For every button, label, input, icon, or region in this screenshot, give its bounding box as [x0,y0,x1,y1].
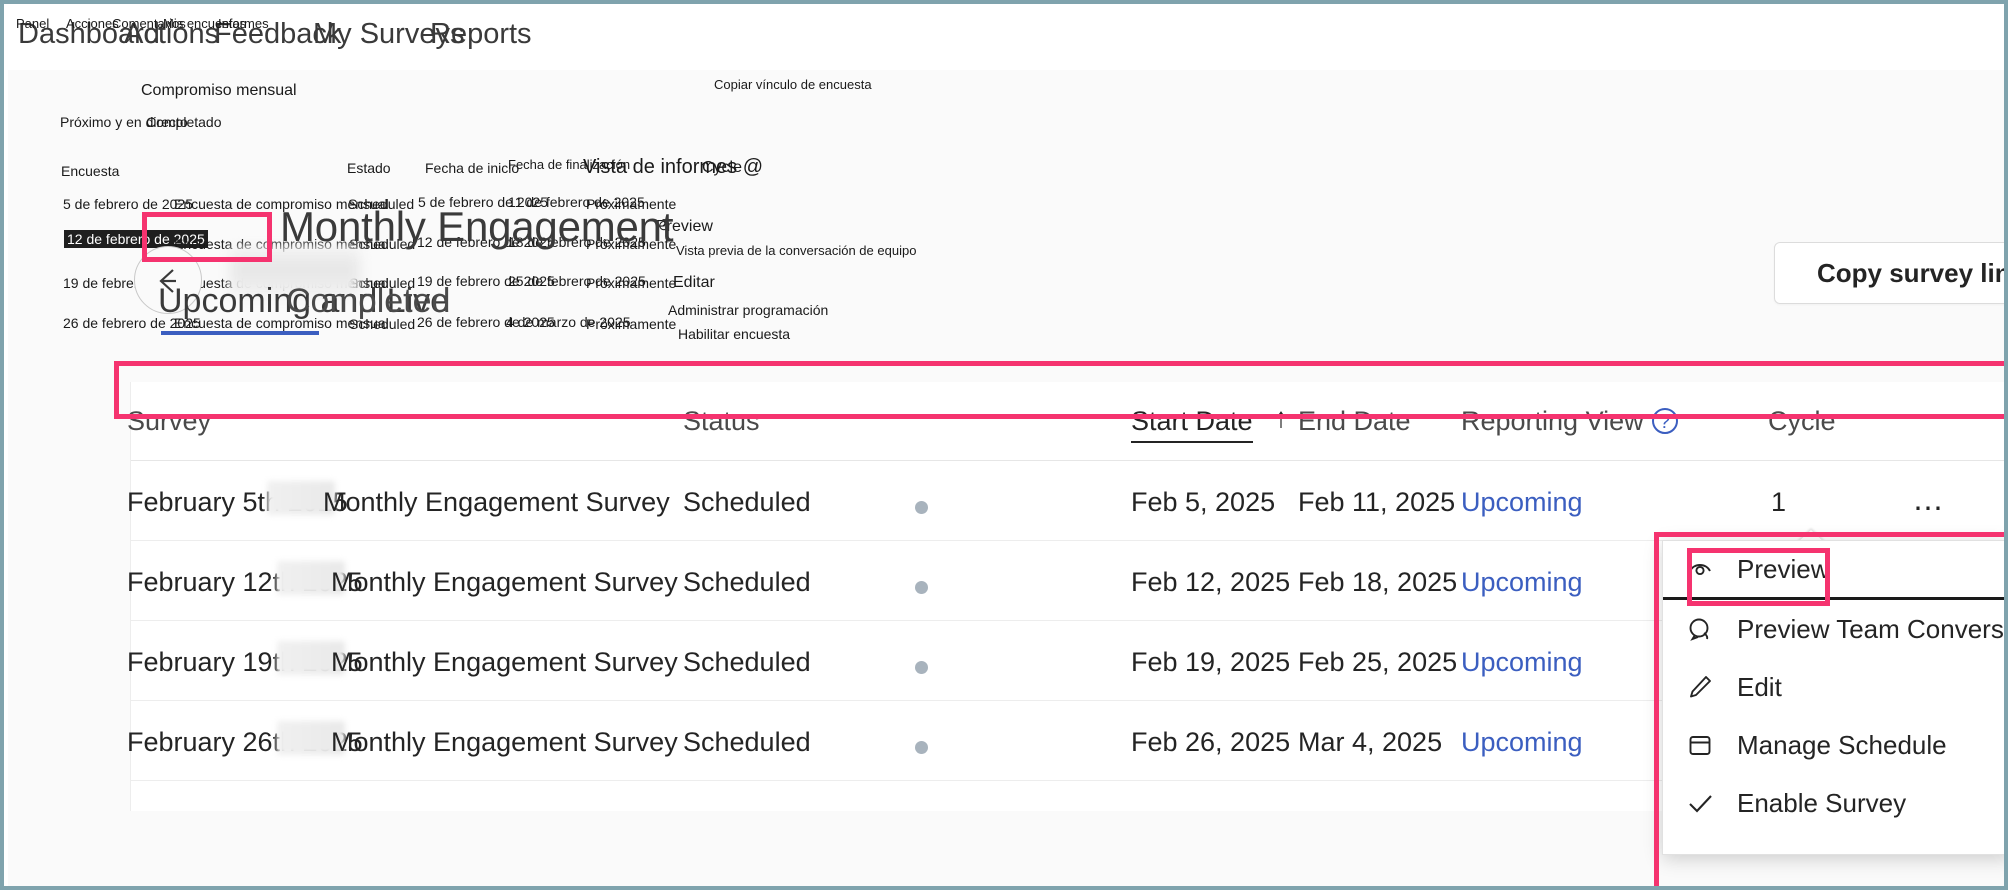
table-header-row: Survey Status Start Date ↑ End Date Repo… [127,382,2004,461]
row-start-date: Feb 5, 2025 [1131,487,1276,517]
row-status: Scheduled [683,727,811,757]
row-end-date: Mar 4, 2025 [1298,727,1443,757]
copy-survey-link-label: Copy survey link [1817,257,2008,288]
es-menu-edit: Editar [673,274,715,291]
row-start-date: Feb 26, 2025 [1131,727,1291,757]
nav-item-reports-es: Informes [218,16,269,31]
status-dot-icon [915,581,928,594]
tab-completed[interactable]: Completed [286,282,450,321]
eye-icon [1685,554,1715,584]
menu-item-edit-label: Edit [1737,671,1782,702]
col-survey-es: Encuesta [61,163,120,179]
page-title-es: Compromiso mensual [141,82,297,99]
question-mark-icon[interactable]: ? [1651,408,1678,434]
row-survey-suffix: Monthly Engagement Survey [331,567,678,597]
row-reporting-view[interactable]: Upcoming [1461,647,1583,678]
row-reporting-view[interactable]: Upcoming [1461,727,1583,758]
row-cycle: 1 [1771,487,1787,517]
chat-bubble-icon [1685,614,1715,644]
more-options-icon[interactable]: ⋯ [1913,491,1945,526]
copy-link-label-es: Copiar vínculo de encuesta [714,77,872,92]
status-dot-icon [915,741,928,754]
app-window: Dashboard Actions Feedback My Surveys Re… [0,0,2008,890]
row-status: Scheduled [683,647,811,677]
es-menu-manage: Administrar programación [668,302,829,318]
nav-item-actions-es: Acciones [66,16,119,31]
pencil-icon [1685,672,1715,702]
row-reporting-view[interactable]: Upcoming [1461,567,1583,598]
top-navigation: Dashboard Actions Feedback My Surveys Re… [8,8,2004,70]
col-status-es: Estado [347,160,391,176]
menu-item-preview-team-conversation-label: Preview Team Conversation [1737,613,2004,644]
col-header-cycle[interactable]: Cycle [1768,406,1836,437]
col-header-status[interactable]: Status [683,406,760,437]
checkmark-icon [1685,788,1715,818]
col-header-survey[interactable]: Survey [127,406,211,437]
col-header-reporting-view-label: Reporting View [1461,406,1644,436]
row-survey-suffix: Monthly Engagement Survey [323,487,670,517]
menu-item-enable-survey-label: Enable Survey [1737,787,1907,818]
menu-bottom-padding [1663,832,2004,854]
es-menu-preview-team: Vista previa de la conversación de equip… [676,243,917,258]
col-header-start-date[interactable]: Start Date [1131,406,1253,443]
menu-item-preview-label: Preview [1737,553,1830,584]
menu-item-preview-team-conversation[interactable]: Preview Team Conversation [1663,600,2004,658]
row-context-menu: Preview Preview Team Conversation Edit [1662,540,2004,855]
row-start-date: Feb 19, 2025 [1131,647,1291,677]
col-header-end-date[interactable]: End Date [1298,406,1411,437]
es-menu-enable: Habilitar encuesta [678,326,791,342]
active-tab-underline [161,331,319,335]
copy-survey-link-button[interactable]: Copy survey link [1774,242,2008,304]
tab-completed-es: Completado [146,114,222,130]
sort-ascending-icon: ↑ [1274,402,1288,433]
row-survey-suffix: Monthly Engagement Survey [331,727,678,757]
row-status: Scheduled [683,567,811,597]
row-survey-suffix: Monthly Engagement Survey [331,647,678,677]
menu-item-edit[interactable]: Edit [1663,658,2004,716]
row-end-date: Feb 18, 2025 [1298,567,1458,597]
status-dot-icon [915,501,928,514]
menu-item-preview[interactable]: Preview [1663,541,2004,600]
nav-item-reports[interactable]: Reports [430,18,532,51]
menu-item-enable-survey[interactable]: Enable Survey [1663,774,2004,832]
row-status: Scheduled [683,487,811,517]
col-header-reporting-view[interactable]: Reporting View? [1461,406,1678,437]
table-row[interactable]: February 5th 2025 Monthly Engagement Sur… [127,461,2004,541]
calendar-icon [1685,730,1715,760]
es-row-3-view: Próximamente [586,316,677,332]
es-row-2-view: Próximamente [586,275,677,291]
status-dot-icon [915,661,928,674]
row-end-date: Feb 25, 2025 [1298,647,1458,677]
row-start-date: Feb 12, 2025 [1131,567,1291,597]
page-title: Monthly Engagement [280,203,674,250]
col-start-es: Fecha de inicio [425,160,520,176]
menu-item-manage-schedule-label: Manage Schedule [1737,729,1947,760]
menu-item-manage-schedule[interactable]: Manage Schedule [1663,716,2004,774]
row-reporting-view[interactable]: Upcoming [1461,487,1583,518]
row-end-date: Feb 11, 2025 [1298,487,1456,517]
nav-item-dashboard-es: Panel [16,16,50,31]
col-cycle-es: Cycle [702,159,743,176]
